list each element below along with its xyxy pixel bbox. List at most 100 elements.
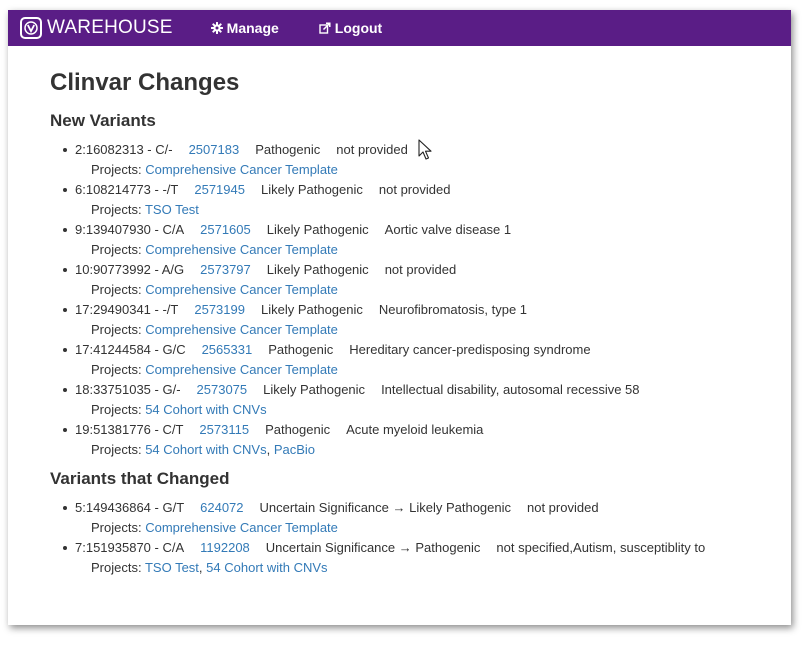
- variant-condition: Acute myeloid leukemia: [346, 422, 484, 437]
- page-title: Clinvar Changes: [50, 69, 240, 96]
- variant-projects: Projects: Comprehensive Cancer Template: [75, 240, 791, 260]
- variant-condition: Intellectual disability, autosomal reces…: [381, 382, 640, 397]
- projects-label: Projects:: [91, 282, 142, 297]
- projects-label: Projects:: [91, 520, 142, 535]
- variant-projects: Projects: Comprehensive Cancer Template: [75, 360, 791, 380]
- variant-significance: Likely Pathogenic: [266, 262, 369, 277]
- project-link[interactable]: Comprehensive Cancer Template: [145, 322, 338, 337]
- clinvar-id-link[interactable]: 2507183: [189, 142, 240, 157]
- variant-significance: Likely Pathogenic: [260, 302, 363, 317]
- variant-position: 6:108214773 - -/T: [75, 182, 179, 197]
- variant-significance: Likely Pathogenic: [260, 182, 363, 197]
- variant-item: 17:29490341 - -/T 2573199 Likely Pathogeni…: [60, 300, 791, 340]
- clinvar-id-link[interactable]: 2573115: [199, 422, 249, 437]
- variant-condition: not provided: [527, 500, 599, 515]
- variant-condition: Neurofibromatosis, type 1: [378, 302, 528, 317]
- project-link[interactable]: 54 Cohort with CNVs: [145, 402, 266, 417]
- project-link[interactable]: TSO Test: [145, 202, 199, 217]
- logout-icon: [319, 22, 331, 34]
- main-content: Clinvar Changes New Variants 2:16082313 …: [8, 68, 791, 578]
- variant-position: 7:151935870 - C/A: [75, 540, 185, 555]
- variant-item: 7:151935870 - C/A 1192208 Uncertain Signif…: [60, 538, 791, 578]
- variant-condition: not specified,Autism, susceptiblity to: [496, 540, 706, 555]
- project-link[interactable]: Comprehensive Cancer Template: [145, 162, 338, 177]
- variant-projects: Projects: Comprehensive Cancer Template: [75, 280, 791, 300]
- variant-item: 17:41244584 - G/C 2565331 Pathogenic Heredi…: [60, 340, 791, 380]
- variant-item: 19:51381776 - C/T 2573115 Pathogenic Acute …: [60, 420, 791, 460]
- variant-projects: Projects: TSO Test, 54 Cohort with CNVs: [75, 558, 791, 578]
- clinvar-id-link[interactable]: 2573199: [194, 302, 245, 317]
- variant-condition: not provided: [336, 142, 408, 157]
- project-link[interactable]: 54 Cohort with CNVs: [206, 560, 327, 575]
- variant-position: 18:33751035 - G/-: [75, 382, 181, 397]
- nav-logout-label: Logout: [334, 20, 383, 36]
- projects-label: Projects:: [91, 162, 142, 177]
- brand-name: WAREHOUSE: [47, 17, 173, 38]
- variant-significance: Likely Pathogenic: [266, 222, 369, 237]
- variant-projects: Projects: 54 Cohort with CNVs, PacBio: [75, 440, 791, 460]
- variant-item: 6:108214773 - -/T 2571945 Likely Pathogeni…: [60, 180, 791, 220]
- new-variants-list: 2:16082313 - C/- 2507183 Pathogenic not pro…: [50, 140, 791, 460]
- clinvar-id-link[interactable]: 2571945: [194, 182, 245, 197]
- project-link[interactable]: 54 Cohort with CNVs: [145, 442, 266, 457]
- variant-condition: Aortic valve disease 1: [384, 222, 512, 237]
- variant-position: 5:149436864 - G/T: [75, 500, 185, 515]
- variant-position: 19:51381776 - C/T: [75, 422, 184, 437]
- clinvar-id-link[interactable]: 2565331: [202, 342, 253, 357]
- new-variants-heading: New Variants: [50, 111, 156, 130]
- mouse-pointer-icon: [418, 139, 432, 160]
- clinvar-id-link[interactable]: 2573797: [200, 262, 251, 277]
- projects-label: Projects:: [91, 362, 142, 377]
- variant-item: 10:90773992 - A/G 2573797 Likely Pathogeni…: [60, 260, 791, 300]
- nav-manage-link[interactable]: Manage: [210, 20, 279, 36]
- project-separator: ,: [198, 560, 203, 575]
- project-link[interactable]: Comprehensive Cancer Template: [145, 282, 338, 297]
- project-link[interactable]: TSO Test: [145, 560, 199, 575]
- clinvar-id-link[interactable]: 2571605: [200, 222, 251, 237]
- variant-projects: Projects: 54 Cohort with CNVs: [75, 400, 791, 420]
- projects-label: Projects:: [91, 442, 142, 457]
- projects-label: Projects:: [91, 322, 142, 337]
- variant-item: 18:33751035 - G/- 2573075 Likely Pathogeni…: [60, 380, 791, 420]
- projects-label: Projects:: [91, 402, 142, 417]
- variant-significance: Pathogenic: [268, 342, 334, 357]
- clinvar-id-link[interactable]: 1192208: [200, 540, 250, 555]
- variant-position: 2:16082313 - C/-: [75, 142, 173, 157]
- project-link[interactable]: Comprehensive Cancer Template: [145, 520, 338, 535]
- variant-projects: Projects: Comprehensive Cancer Template: [75, 518, 791, 538]
- changed-variants-heading: Variants that Changed: [50, 469, 230, 488]
- clinvar-id-link[interactable]: 624072: [200, 500, 243, 515]
- project-separator: ,: [266, 442, 271, 457]
- variant-projects: Projects: TSO Test: [75, 200, 791, 220]
- clinvar-id-link[interactable]: 2573075: [197, 382, 248, 397]
- variant-position: 10:90773992 - A/G: [75, 262, 185, 277]
- projects-label: Projects:: [91, 560, 142, 575]
- variant-projects: Projects: Comprehensive Cancer Template: [75, 160, 791, 180]
- variant-item: 9:139407930 - C/A 2571605 Likely Pathogeni…: [60, 220, 791, 260]
- project-link[interactable]: Comprehensive Cancer Template: [145, 242, 338, 257]
- variant-significance: Pathogenic: [265, 422, 331, 437]
- variant-condition: Hereditary cancer-predisposing syndrome: [349, 342, 591, 357]
- nav-logout-link[interactable]: Logout: [319, 20, 382, 36]
- variant-significance: Pathogenic: [255, 142, 321, 157]
- variant-condition: not provided: [378, 182, 451, 197]
- variant-position: 9:139407930 - C/A: [75, 222, 185, 237]
- project-link[interactable]: PacBio: [274, 442, 315, 457]
- navbar: WAREHOUSE Manage Logout: [8, 10, 791, 46]
- projects-label: Projects:: [91, 202, 142, 217]
- variant-significance: Uncertain Significance → Likely Pathogen…: [259, 500, 511, 515]
- variant-item: 5:149436864 - G/T 624072 Uncertain Signifi…: [60, 498, 791, 538]
- projects-label: Projects:: [91, 242, 142, 257]
- variant-significance: Uncertain Significance → Pathogenic: [265, 540, 481, 555]
- brand-link[interactable]: WAREHOUSE: [20, 17, 173, 39]
- variant-projects: Projects: Comprehensive Cancer Template: [75, 320, 791, 340]
- warehouse-logo-icon: [20, 17, 42, 39]
- variant-condition: not provided: [384, 262, 457, 277]
- changed-variants-list: 5:149436864 - G/T 624072 Uncertain Signifi…: [50, 498, 791, 578]
- nav-manage-label: Manage: [226, 20, 279, 36]
- variant-significance: Likely Pathogenic: [263, 382, 366, 397]
- variant-position: 17:41244584 - G/C: [75, 342, 186, 357]
- app-window: WAREHOUSE Manage Logout Clinvar Changes …: [8, 10, 791, 625]
- variant-position: 17:29490341 - -/T: [75, 302, 179, 317]
- project-link[interactable]: Comprehensive Cancer Template: [145, 362, 338, 377]
